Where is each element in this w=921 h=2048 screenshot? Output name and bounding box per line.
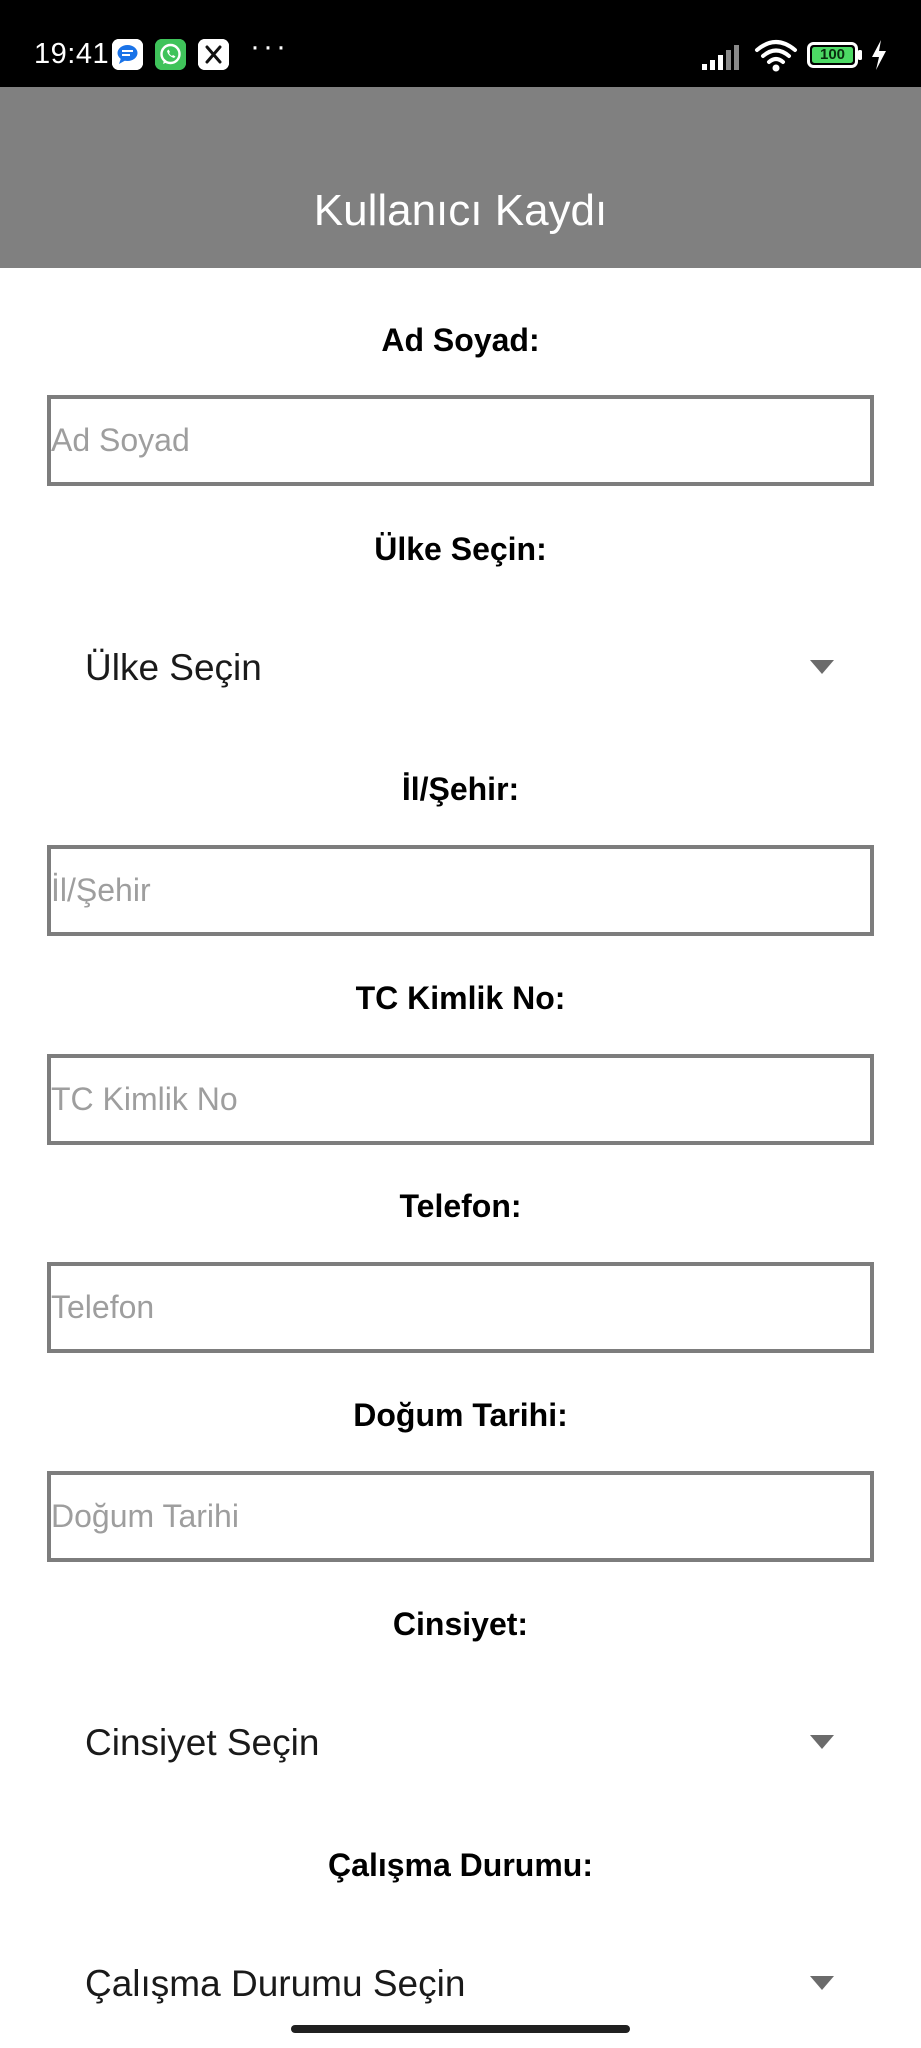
work-status-dropdown-value: Çalışma Durumu Seçin [85,1963,466,2004]
birth-date-input[interactable] [47,1471,874,1562]
status-time: 19:41 [34,38,110,70]
birth-date-label: Doğum Tarihi: [353,1397,568,1433]
signal-icon [702,45,739,70]
city-input[interactable] [47,845,874,936]
messages-icon [112,39,143,70]
battery-icon: 100 [807,42,863,68]
status-bar: 19:41 ··· 100 [0,0,921,87]
name-label: Ad Soyad: [381,322,540,358]
name-input[interactable] [47,395,874,486]
dropdown-arrow-icon [810,1976,834,1990]
work-status-dropdown[interactable]: Çalışma Durumu Seçin [47,1934,874,2034]
app-bar: Kullanıcı Kaydı [0,87,921,268]
country-label: Ülke Seçin: [374,531,547,567]
gender-dropdown[interactable]: Cinsiyet Seçin [47,1693,874,1793]
dropdown-arrow-icon [810,1735,834,1749]
country-dropdown-value: Ülke Seçin [85,647,262,688]
phone-input[interactable] [47,1262,874,1353]
charging-icon [872,40,886,70]
home-indicator[interactable] [291,2025,630,2033]
x-icon [198,39,229,70]
work-status-label: Çalışma Durumu: [328,1847,593,1883]
whatsapp-icon [155,39,186,70]
tc-input[interactable] [47,1054,874,1145]
more-notifications-icon: ··· [250,30,289,63]
wifi-icon [755,40,797,72]
dropdown-arrow-icon [810,660,834,674]
battery-level: 100 [819,46,846,63]
gender-label: Cinsiyet: [392,1606,529,1642]
country-dropdown[interactable]: Ülke Seçin [47,618,874,718]
tc-label: TC Kimlik No: [355,980,566,1016]
phone-label: Telefon: [399,1188,522,1224]
gender-dropdown-value: Cinsiyet Seçin [85,1722,320,1763]
page-title: Kullanıcı Kaydı [313,186,608,235]
city-label: İl/Şehir: [401,771,520,807]
